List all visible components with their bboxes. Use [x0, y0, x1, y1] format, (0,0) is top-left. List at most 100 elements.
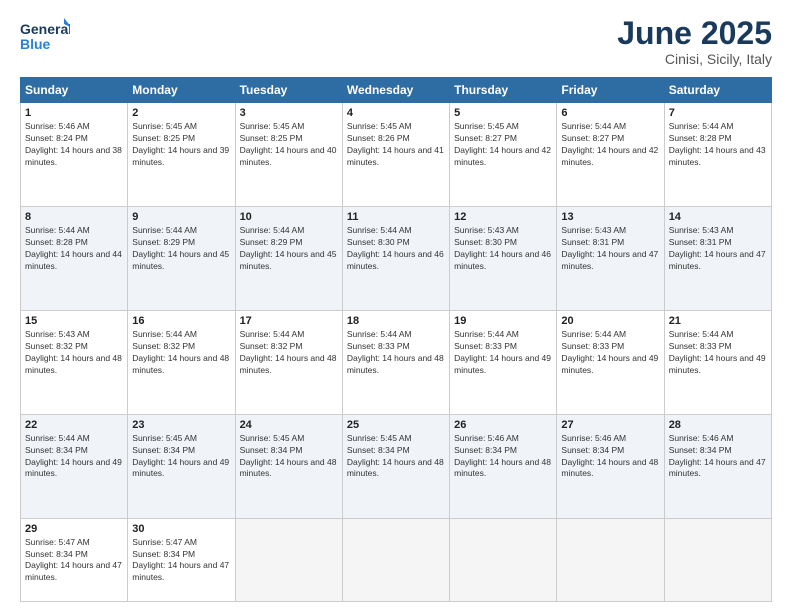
table-row: 13 Sunrise: 5:43 AMSunset: 8:31 PMDaylig… [557, 207, 664, 311]
svg-text:Blue: Blue [20, 36, 51, 52]
day-info: Sunrise: 5:46 AMSunset: 8:24 PMDaylight:… [25, 121, 122, 167]
day-number: 14 [669, 211, 767, 223]
table-row [557, 518, 664, 601]
svg-text:General: General [20, 21, 70, 37]
day-number: 25 [347, 419, 445, 431]
table-row: 3 Sunrise: 5:45 AMSunset: 8:25 PMDayligh… [235, 103, 342, 207]
day-info: Sunrise: 5:45 AMSunset: 8:27 PMDaylight:… [454, 121, 551, 167]
table-row: 24 Sunrise: 5:45 AMSunset: 8:34 PMDaylig… [235, 414, 342, 518]
table-row: 30 Sunrise: 5:47 AMSunset: 8:34 PMDaylig… [128, 518, 235, 601]
table-row: 19 Sunrise: 5:44 AMSunset: 8:33 PMDaylig… [450, 310, 557, 414]
day-number: 21 [669, 315, 767, 327]
day-info: Sunrise: 5:45 AMSunset: 8:34 PMDaylight:… [240, 433, 337, 479]
day-info: Sunrise: 5:45 AMSunset: 8:26 PMDaylight:… [347, 121, 444, 167]
day-info: Sunrise: 5:44 AMSunset: 8:33 PMDaylight:… [454, 329, 551, 375]
table-row: 2 Sunrise: 5:45 AMSunset: 8:25 PMDayligh… [128, 103, 235, 207]
day-info: Sunrise: 5:43 AMSunset: 8:31 PMDaylight:… [561, 225, 658, 271]
day-number: 7 [669, 107, 767, 119]
calendar-week-row: 8 Sunrise: 5:44 AMSunset: 8:28 PMDayligh… [21, 207, 772, 311]
table-row: 22 Sunrise: 5:44 AMSunset: 8:34 PMDaylig… [21, 414, 128, 518]
table-row: 29 Sunrise: 5:47 AMSunset: 8:34 PMDaylig… [21, 518, 128, 601]
day-number: 23 [132, 419, 230, 431]
day-number: 5 [454, 107, 552, 119]
calendar-page: General Blue June 2025 Cinisi, Sicily, I… [0, 0, 792, 612]
header-sunday: Sunday [21, 78, 128, 103]
day-info: Sunrise: 5:44 AMSunset: 8:32 PMDaylight:… [240, 329, 337, 375]
table-row: 28 Sunrise: 5:46 AMSunset: 8:34 PMDaylig… [664, 414, 771, 518]
day-info: Sunrise: 5:46 AMSunset: 8:34 PMDaylight:… [561, 433, 658, 479]
day-number: 27 [561, 419, 659, 431]
day-info: Sunrise: 5:44 AMSunset: 8:33 PMDaylight:… [347, 329, 444, 375]
table-row: 16 Sunrise: 5:44 AMSunset: 8:32 PMDaylig… [128, 310, 235, 414]
day-info: Sunrise: 5:44 AMSunset: 8:33 PMDaylight:… [669, 329, 766, 375]
table-row [342, 518, 449, 601]
table-row: 18 Sunrise: 5:44 AMSunset: 8:33 PMDaylig… [342, 310, 449, 414]
calendar-header-row: Sunday Monday Tuesday Wednesday Thursday… [21, 78, 772, 103]
table-row [450, 518, 557, 601]
header-saturday: Saturday [664, 78, 771, 103]
table-row: 17 Sunrise: 5:44 AMSunset: 8:32 PMDaylig… [235, 310, 342, 414]
table-row: 11 Sunrise: 5:44 AMSunset: 8:30 PMDaylig… [342, 207, 449, 311]
day-info: Sunrise: 5:45 AMSunset: 8:34 PMDaylight:… [347, 433, 444, 479]
table-row: 20 Sunrise: 5:44 AMSunset: 8:33 PMDaylig… [557, 310, 664, 414]
header-wednesday: Wednesday [342, 78, 449, 103]
day-number: 28 [669, 419, 767, 431]
day-number: 13 [561, 211, 659, 223]
day-number: 18 [347, 315, 445, 327]
calendar-week-row: 1 Sunrise: 5:46 AMSunset: 8:24 PMDayligh… [21, 103, 772, 207]
day-info: Sunrise: 5:44 AMSunset: 8:29 PMDaylight:… [132, 225, 229, 271]
day-number: 26 [454, 419, 552, 431]
day-info: Sunrise: 5:45 AMSunset: 8:34 PMDaylight:… [132, 433, 229, 479]
table-row: 27 Sunrise: 5:46 AMSunset: 8:34 PMDaylig… [557, 414, 664, 518]
table-row: 10 Sunrise: 5:44 AMSunset: 8:29 PMDaylig… [235, 207, 342, 311]
day-number: 10 [240, 211, 338, 223]
table-row: 4 Sunrise: 5:45 AMSunset: 8:26 PMDayligh… [342, 103, 449, 207]
day-number: 1 [25, 107, 123, 119]
day-number: 2 [132, 107, 230, 119]
header-friday: Friday [557, 78, 664, 103]
day-number: 24 [240, 419, 338, 431]
day-info: Sunrise: 5:46 AMSunset: 8:34 PMDaylight:… [454, 433, 551, 479]
day-info: Sunrise: 5:47 AMSunset: 8:34 PMDaylight:… [25, 537, 122, 583]
table-row: 23 Sunrise: 5:45 AMSunset: 8:34 PMDaylig… [128, 414, 235, 518]
day-number: 4 [347, 107, 445, 119]
day-info: Sunrise: 5:45 AMSunset: 8:25 PMDaylight:… [240, 121, 337, 167]
day-info: Sunrise: 5:44 AMSunset: 8:29 PMDaylight:… [240, 225, 337, 271]
day-info: Sunrise: 5:45 AMSunset: 8:25 PMDaylight:… [132, 121, 229, 167]
day-number: 15 [25, 315, 123, 327]
day-number: 20 [561, 315, 659, 327]
day-number: 8 [25, 211, 123, 223]
logo-svg: General Blue [20, 16, 70, 56]
day-info: Sunrise: 5:44 AMSunset: 8:28 PMDaylight:… [25, 225, 122, 271]
day-info: Sunrise: 5:46 AMSunset: 8:34 PMDaylight:… [669, 433, 766, 479]
day-info: Sunrise: 5:47 AMSunset: 8:34 PMDaylight:… [132, 537, 229, 583]
day-info: Sunrise: 5:44 AMSunset: 8:34 PMDaylight:… [25, 433, 122, 479]
table-row: 21 Sunrise: 5:44 AMSunset: 8:33 PMDaylig… [664, 310, 771, 414]
day-info: Sunrise: 5:44 AMSunset: 8:30 PMDaylight:… [347, 225, 444, 271]
day-number: 12 [454, 211, 552, 223]
header-thursday: Thursday [450, 78, 557, 103]
day-info: Sunrise: 5:43 AMSunset: 8:30 PMDaylight:… [454, 225, 551, 271]
day-number: 9 [132, 211, 230, 223]
day-number: 6 [561, 107, 659, 119]
day-info: Sunrise: 5:44 AMSunset: 8:28 PMDaylight:… [669, 121, 766, 167]
day-number: 17 [240, 315, 338, 327]
calendar-subtitle: Cinisi, Sicily, Italy [617, 51, 772, 67]
table-row: 25 Sunrise: 5:45 AMSunset: 8:34 PMDaylig… [342, 414, 449, 518]
table-row: 15 Sunrise: 5:43 AMSunset: 8:32 PMDaylig… [21, 310, 128, 414]
day-info: Sunrise: 5:43 AMSunset: 8:32 PMDaylight:… [25, 329, 122, 375]
calendar-week-row: 15 Sunrise: 5:43 AMSunset: 8:32 PMDaylig… [21, 310, 772, 414]
calendar-week-row: 22 Sunrise: 5:44 AMSunset: 8:34 PMDaylig… [21, 414, 772, 518]
day-info: Sunrise: 5:44 AMSunset: 8:32 PMDaylight:… [132, 329, 229, 375]
header-monday: Monday [128, 78, 235, 103]
day-number: 29 [25, 523, 123, 535]
table-row: 12 Sunrise: 5:43 AMSunset: 8:30 PMDaylig… [450, 207, 557, 311]
day-number: 22 [25, 419, 123, 431]
table-row: 6 Sunrise: 5:44 AMSunset: 8:27 PMDayligh… [557, 103, 664, 207]
table-row: 7 Sunrise: 5:44 AMSunset: 8:28 PMDayligh… [664, 103, 771, 207]
day-info: Sunrise: 5:44 AMSunset: 8:27 PMDaylight:… [561, 121, 658, 167]
day-number: 11 [347, 211, 445, 223]
table-row [235, 518, 342, 601]
day-info: Sunrise: 5:44 AMSunset: 8:33 PMDaylight:… [561, 329, 658, 375]
day-number: 3 [240, 107, 338, 119]
